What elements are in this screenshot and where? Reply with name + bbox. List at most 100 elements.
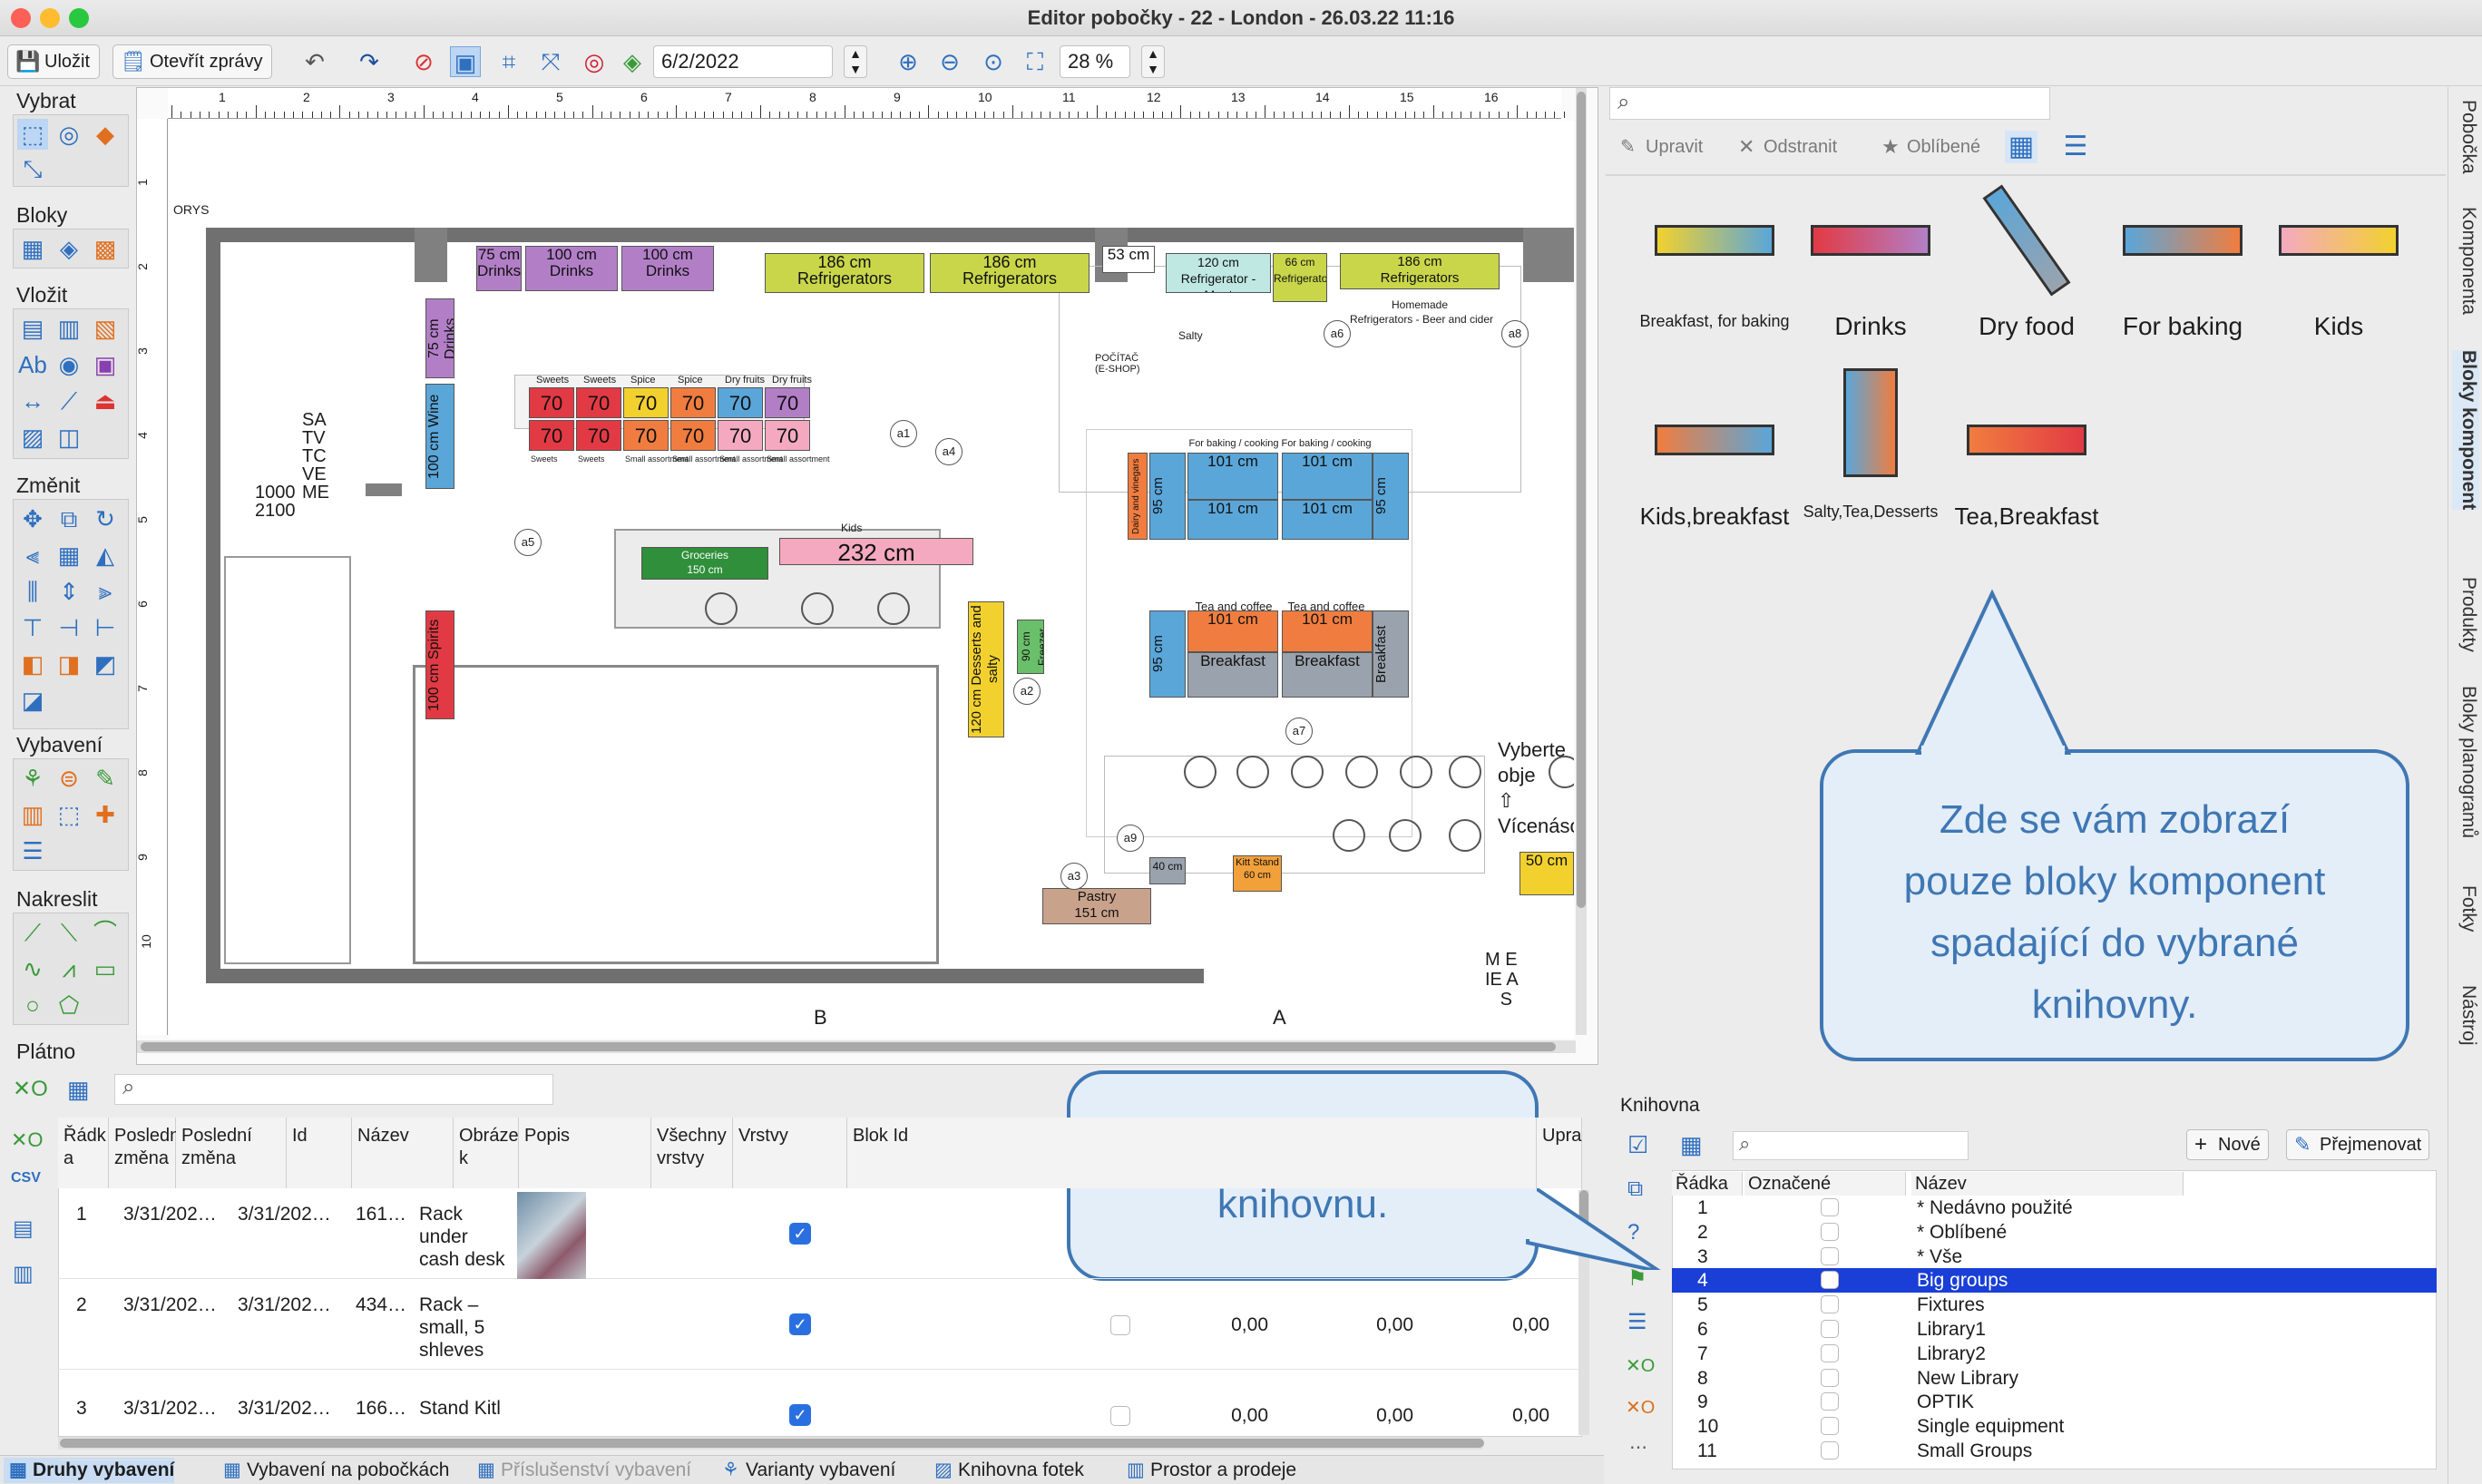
fixture-breakfast-95[interactable]: Breakfast <box>1373 610 1409 698</box>
duplicate-icon[interactable]: ◪ <box>17 685 48 716</box>
lasso-icon[interactable]: ⤡ <box>17 153 48 184</box>
library-row-checkbox[interactable] <box>1821 1441 1839 1460</box>
edit-button[interactable]: ✎ Upravit <box>1615 131 1703 163</box>
insert-table-icon[interactable]: ▧ <box>90 313 121 344</box>
bottom-tab-1[interactable]: ▦ Vybavení na pobočkách <box>218 1458 449 1483</box>
fixture-refrigerators-home[interactable]: 186 cm Refrigerators <box>1340 253 1500 289</box>
move-icon[interactable]: ✥ <box>17 503 48 534</box>
library-row-checkbox[interactable] <box>1821 1295 1839 1314</box>
vtab-2[interactable]: Bloky komponent <box>2452 350 2479 511</box>
table-header-0[interactable]: Řádk a <box>58 1118 109 1188</box>
bottom-tab-4[interactable]: ▨ Knihovna fotek <box>929 1458 1084 1483</box>
library-row[interactable]: 3 * Vše <box>1672 1245 2437 1269</box>
align-icon[interactable]: ⌗ <box>493 46 524 77</box>
table-header-5[interactable]: Obráze k <box>454 1118 519 1188</box>
zoom-stepper[interactable]: ▲ ▼ <box>1141 45 1165 78</box>
library-row-checkbox[interactable] <box>1821 1198 1839 1216</box>
insert-line-icon[interactable]: ⟋ <box>54 386 84 416</box>
library-row-checkbox[interactable] <box>1821 1343 1839 1362</box>
library-row[interactable]: 1 * Nedávno použité <box>1672 1196 2437 1220</box>
fixture-drinks-100b[interactable]: 100 cm Drinks <box>621 246 714 291</box>
library-row-checkbox[interactable] <box>1821 1368 1839 1387</box>
bottom-tab-5[interactable]: ▥ Prostor a prodeje <box>1121 1458 1296 1483</box>
vtab-3[interactable]: Produkty <box>2452 577 2479 652</box>
table-header-2[interactable]: Poslední změna <box>176 1118 287 1188</box>
library-header-1[interactable]: Označené <box>1744 1172 1906 1196</box>
canvas-horizontal-scrollbar[interactable] <box>137 1040 1576 1053</box>
fixture-70cm[interactable]: 70 cm <box>670 420 716 451</box>
draw-polygon-icon[interactable]: ⬠ <box>54 990 84 1020</box>
fixture-salty-95[interactable]: 95 cm <box>1373 453 1409 540</box>
library-row[interactable]: 11 Small Groups <box>1672 1439 2437 1463</box>
chart-icon[interactable]: ▥ <box>13 1261 34 1287</box>
equipment-link-icon[interactable]: ⊜ <box>54 763 84 794</box>
fixture-drinks-75[interactable]: 75 cm Drinks <box>476 246 522 291</box>
rename-library-button[interactable]: ✎ Přejmenovat <box>2286 1129 2430 1160</box>
arrange-icon[interactable]: ◩ <box>90 649 121 679</box>
fixture-drinks-100a[interactable]: 100 cm Drinks <box>525 246 618 291</box>
row-checkbox[interactable] <box>1110 1315 1130 1335</box>
fixture-40cm[interactable]: 40 cm <box>1149 857 1186 884</box>
component-card[interactable]: Kids,breakfast <box>1638 359 1791 541</box>
grid-view-icon[interactable]: ▦ <box>2005 131 2037 163</box>
insert-svg-icon[interactable]: ◫ <box>54 422 84 453</box>
component-search-field[interactable]: ⌕ <box>1609 87 2050 120</box>
library-list-icon[interactable]: ☰ <box>1627 1309 1647 1335</box>
draw-arc-icon[interactable]: ⌒ <box>90 917 121 948</box>
vtab-5[interactable]: Fotky <box>2452 885 2479 932</box>
fixture-dairy-95[interactable]: 95 cm <box>1149 453 1186 540</box>
bottom-tab-3[interactable]: ⚘ Varianty vybavení <box>717 1458 895 1483</box>
component-card[interactable]: Kids <box>2262 178 2415 359</box>
fixture-kids-232[interactable]: 232 cm <box>779 538 973 565</box>
component-card[interactable]: Dry food <box>1950 178 2103 359</box>
table-row[interactable]: 2 3/31/202… 3/31/202… 434… Rack – small, 5 s… <box>58 1279 1578 1370</box>
xo-icon-2[interactable]: ✕O <box>11 1128 44 1152</box>
insert-shelf-icon[interactable]: ▤ <box>17 313 48 344</box>
fixture-salty-101[interactable]: 101 cm <box>1282 500 1373 540</box>
export-icon[interactable]: ▤ <box>13 1216 34 1242</box>
layers-icon[interactable]: ◈ <box>617 46 648 77</box>
library-row[interactable]: 5 Fixtures <box>1672 1293 2437 1317</box>
fixture-baking-2[interactable]: 101 cm <box>1282 453 1373 500</box>
insert-doc-icon[interactable]: ▣ <box>90 349 121 380</box>
draw-curve-icon[interactable]: ∿ <box>17 953 48 984</box>
table-header-6[interactable]: Popis <box>519 1118 651 1188</box>
component-card[interactable]: For baking <box>2106 178 2259 359</box>
library-row[interactable]: 10 Single equipment <box>1672 1414 2437 1439</box>
fixture-kitt-stand[interactable]: Kitt Stand 60 cm <box>1233 855 1282 892</box>
date-field[interactable]: 6/2/2022 <box>653 45 833 78</box>
fixture-refrigerators-1[interactable]: 186 cm Refrigerators <box>765 253 924 293</box>
csv-icon[interactable]: CSV <box>11 1170 41 1186</box>
fixture-freezer[interactable]: 90 cm Freezer <box>1017 620 1044 674</box>
draw-rect-icon[interactable]: ▭ <box>90 953 121 984</box>
insert-rack-icon[interactable]: ▥ <box>54 313 84 344</box>
canvas-hscroll-thumb[interactable] <box>141 1042 1556 1051</box>
fixture-70cm[interactable]: 70 cm <box>718 387 763 418</box>
library-row-checkbox[interactable] <box>1821 1392 1839 1411</box>
fixture-desserts[interactable]: 120 cm Desserts and salty <box>968 601 1004 737</box>
fixture-refrigerators-66[interactable]: 66 cm Refrigerators <box>1273 253 1327 302</box>
fixture-53[interactable]: 53 cm <box>1102 246 1155 273</box>
resize-icon[interactable]: ⇕ <box>54 576 84 607</box>
insert-image-icon[interactable]: ▨ <box>17 422 48 453</box>
fixture-70cm[interactable]: 70 cm <box>623 420 669 451</box>
fixture-70cm[interactable]: 70 cm <box>529 420 574 451</box>
block-layers-icon[interactable]: ◈ <box>54 233 84 264</box>
connect-icon[interactable]: ⤧ <box>535 46 566 77</box>
vtab-1[interactable]: Komponenta <box>2452 207 2479 315</box>
row-checkbox[interactable] <box>1110 1406 1130 1426</box>
zoom-in-icon[interactable]: ⊕ <box>893 46 923 77</box>
copy-icon[interactable]: ⧉ <box>54 503 84 534</box>
library-row-checkbox[interactable] <box>1821 1222 1839 1241</box>
fixture-deli[interactable]: 101 cm <box>1187 500 1278 540</box>
stack-icon[interactable]: ◆ <box>90 119 121 150</box>
fixture-drinks-vertical[interactable]: 75 cm Drinks <box>425 298 454 378</box>
new-library-button[interactable]: + Nové <box>2186 1129 2269 1160</box>
zoom-out-icon[interactable]: ⊖ <box>934 46 965 77</box>
join-icon[interactable]: ⊣ <box>54 612 84 643</box>
draw-zigzag-icon[interactable]: ⩘ <box>54 953 84 984</box>
library-xo-icon-2[interactable]: ✕O <box>1626 1396 1655 1419</box>
table-header-10[interactable]: Upra <box>1537 1118 1582 1188</box>
equipment-add-icon[interactable]: ✚ <box>90 799 121 830</box>
bottom-tab-0[interactable]: ▦ Druhy vybavení <box>4 1458 175 1483</box>
